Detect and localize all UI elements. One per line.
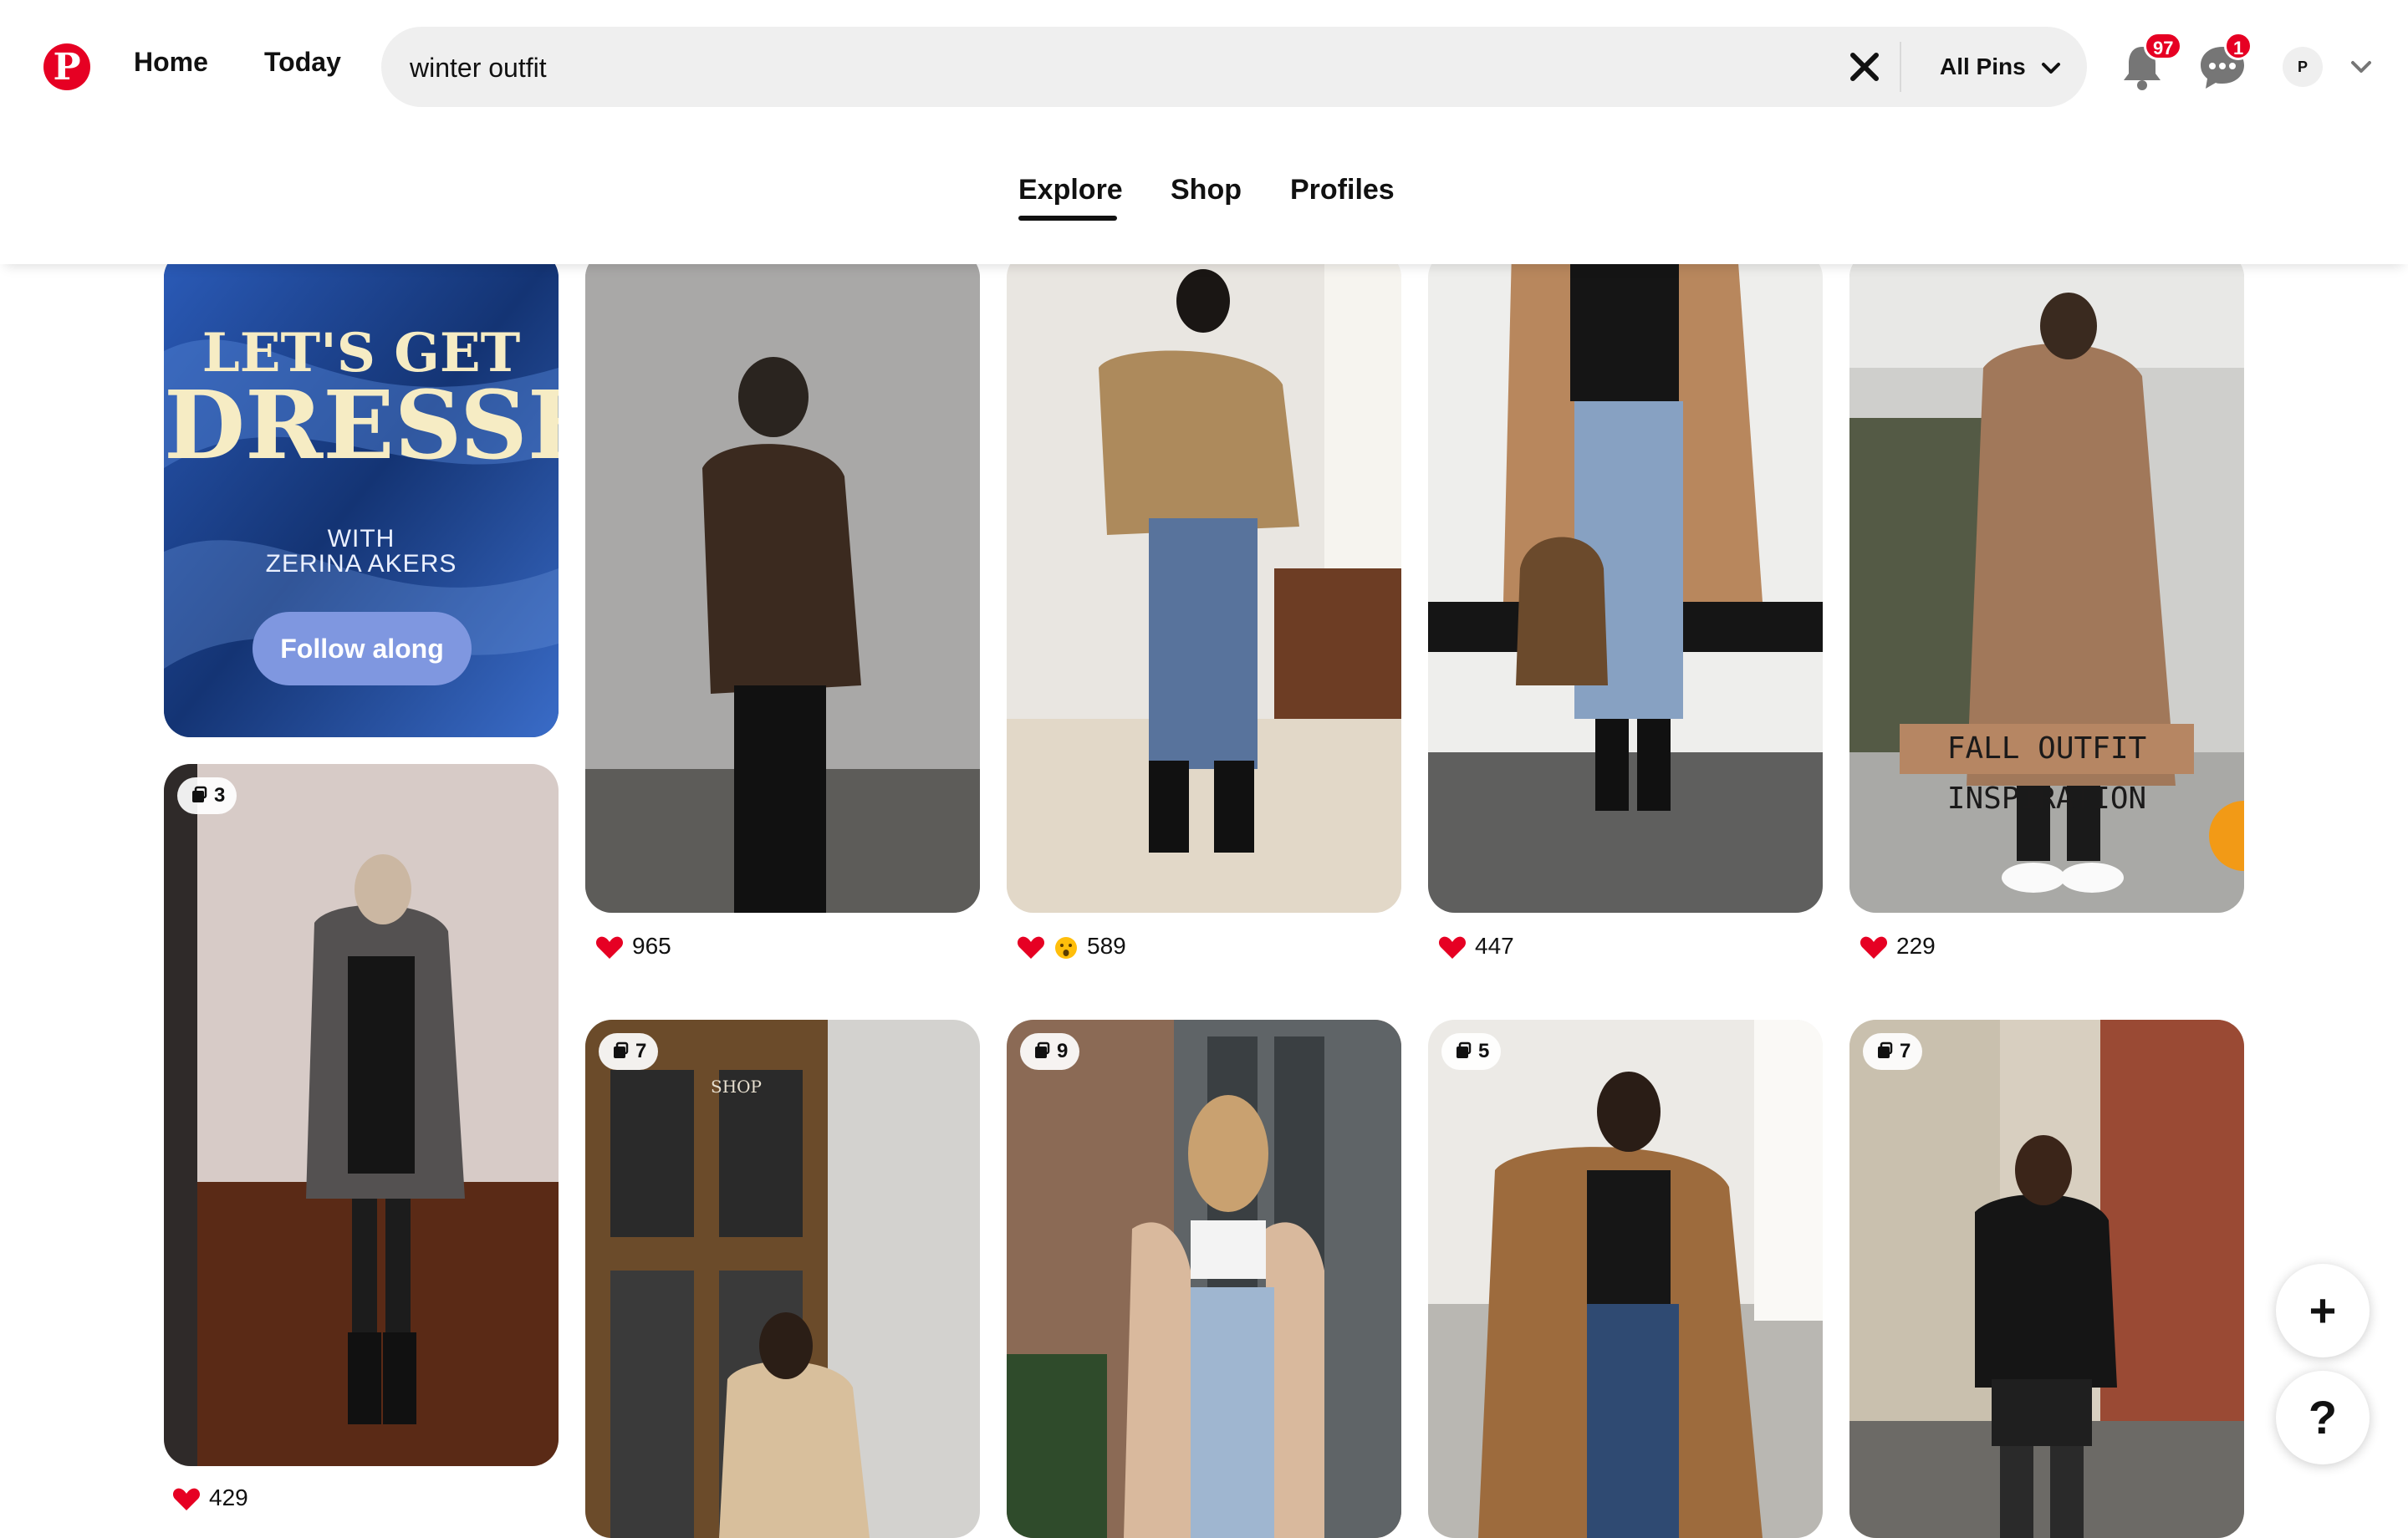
pin-image[interactable]: 7 SHOP (585, 1020, 980, 1538)
pin-photo (1007, 1020, 1401, 1538)
tab-profiles[interactable]: Profiles (1290, 174, 1395, 206)
user-avatar[interactable]: P (2283, 47, 2323, 87)
pin-count-badge: 7 (1863, 1033, 1923, 1070)
pin-overlay-text: FALL OUTFIT INSPIRATION (1900, 724, 2194, 816)
heart-reaction-icon (1438, 936, 1467, 959)
search-input[interactable] (408, 43, 1783, 92)
pin-reactions: 429 (172, 1481, 248, 1515)
heart-reaction-icon (1860, 936, 1888, 959)
multi-image-icon (1035, 1041, 1050, 1058)
multi-image-icon (1878, 1041, 1893, 1058)
pin-image[interactable] (1428, 251, 1823, 913)
pin-photo (1849, 1020, 2244, 1538)
pin-image[interactable]: 7 (1849, 1020, 2244, 1538)
pin-photo (585, 1020, 980, 1538)
create-pin-button[interactable]: + (2276, 1264, 2370, 1357)
reaction-count: 429 (209, 1485, 248, 1510)
pin-image[interactable]: FALL OUTFIT INSPIRATION (1849, 251, 2244, 913)
clear-search-icon[interactable] (1841, 43, 1888, 90)
multi-image-icon (1457, 1041, 1472, 1058)
shop-sign-text: SHOP (711, 1077, 762, 1097)
wow-reaction-icon (1055, 936, 1077, 959)
pin-image[interactable]: 5 (1428, 1020, 1823, 1538)
pin-reactions: 965 (595, 929, 671, 963)
nav-home[interactable]: Home (134, 47, 208, 78)
pin-image[interactable]: 3 (164, 764, 559, 1466)
follow-along-button[interactable]: Follow along (253, 612, 472, 685)
heart-reaction-icon (172, 1488, 201, 1510)
reaction-count: 447 (1475, 933, 1514, 959)
pin-count-badge: 7 (599, 1033, 659, 1070)
pin-photo (585, 251, 980, 913)
promo-subtitle-line1: WITH (327, 525, 395, 553)
pin-reactions: 447 (1438, 929, 1514, 963)
tab-shop[interactable]: Shop (1171, 174, 1242, 206)
pin-image[interactable] (1007, 251, 1401, 913)
messages-count-badge: 1 (2224, 32, 2253, 60)
multi-image-icon (192, 786, 207, 802)
pin-reactions: 589 (1017, 929, 1126, 963)
nav-today[interactable]: Today (264, 47, 341, 78)
reaction-count: 229 (1896, 933, 1936, 959)
tab-explore[interactable]: Explore (1018, 174, 1123, 206)
reaction-count: 589 (1087, 933, 1126, 959)
notifications-count-badge: 97 (2144, 32, 2183, 60)
pin-photo (164, 764, 559, 1466)
help-button[interactable]: ? (2276, 1371, 2370, 1464)
pin-photo (1007, 251, 1401, 913)
heart-reaction-icon (595, 936, 624, 959)
pin-reactions: 229 (1860, 929, 1936, 963)
pin-count-badge: 3 (177, 777, 237, 814)
chevron-down-icon (2042, 62, 2061, 74)
pinterest-logo-icon[interactable]: P (43, 43, 90, 90)
pin-count-badge: 5 (1441, 1033, 1502, 1070)
top-header: P Home Today All Pins 97 1 P Explore Sho… (0, 0, 2408, 264)
promo-subtitle-line2: ZERINA AKERS (265, 550, 457, 578)
search-divider (1900, 42, 1901, 92)
pin-photo (1428, 1020, 1823, 1538)
pin-image[interactable]: 9 (1007, 1020, 1401, 1538)
heart-reaction-icon (1017, 936, 1045, 959)
pins-filter-label: All Pins (1940, 53, 2026, 79)
active-tab-indicator (1018, 216, 1117, 221)
search-bar: All Pins (381, 27, 2087, 107)
pin-count-badge: 9 (1020, 1033, 1080, 1070)
reaction-count: 965 (632, 933, 671, 959)
promo-card[interactable]: LET'S GET DRESSED WITH ZERINA AKERS Foll… (164, 251, 559, 737)
account-chevron-down-icon[interactable] (2348, 53, 2375, 80)
pin-photo (1428, 251, 1823, 913)
multi-image-icon (614, 1041, 629, 1058)
pins-filter-dropdown[interactable]: All Pins (1940, 43, 2062, 90)
pin-image[interactable] (585, 251, 980, 913)
promo-title-line2: DRESSED (164, 371, 559, 481)
